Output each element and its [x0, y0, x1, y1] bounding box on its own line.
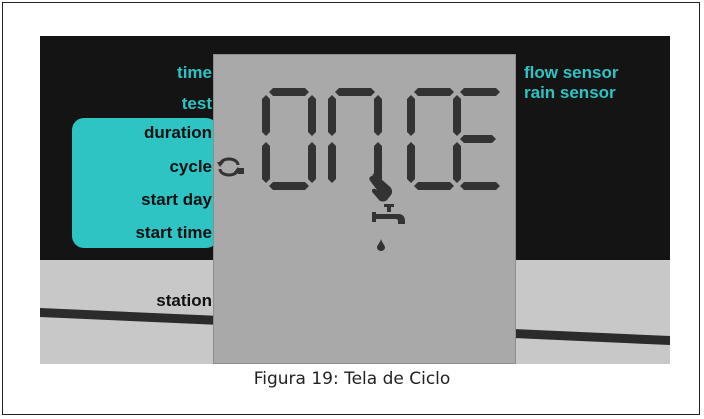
controller-display-panel: time test duration cycle start day start…	[40, 36, 670, 364]
hand-pointer-icon	[369, 172, 393, 202]
label-cycle: cycle	[169, 157, 212, 176]
faucet-icon	[372, 204, 405, 224]
cycle-arrows-icon	[217, 157, 241, 177]
label-start-day: start day	[141, 190, 212, 209]
label-station: station	[156, 291, 212, 310]
lcd-segment-text	[238, 88, 500, 190]
label-duration: duration	[144, 123, 212, 142]
label-flow-sensor: flow sensor	[524, 63, 619, 82]
water-drop-icon	[377, 239, 385, 251]
label-test: test	[181, 94, 212, 113]
figure-caption: Figura 19: Tela de Ciclo	[253, 369, 451, 389]
lcd-screen	[213, 54, 516, 364]
label-time: time	[177, 63, 212, 82]
figure-frame: time test duration cycle start day start…	[2, 2, 700, 415]
label-rain-sensor: rain sensor	[524, 83, 616, 102]
label-start-time: start time	[135, 223, 212, 242]
